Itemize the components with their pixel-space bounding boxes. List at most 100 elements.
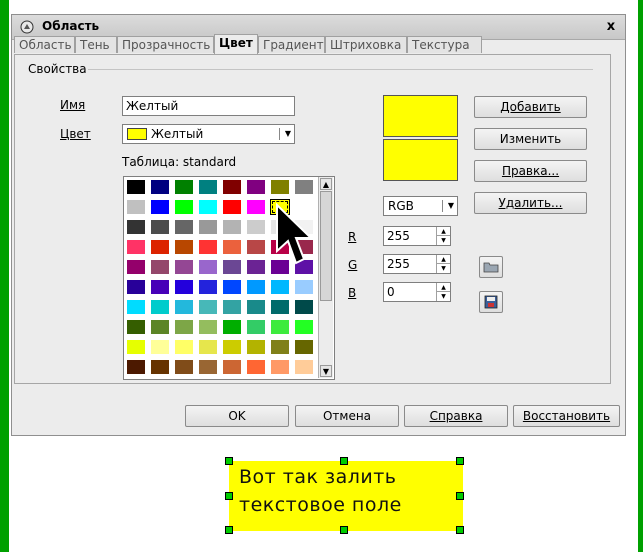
palette-swatch[interactable] [222,359,242,375]
b-stepper[interactable]: ▲ ▼ [436,283,450,301]
resize-handle[interactable] [456,492,464,500]
palette-swatch[interactable] [198,299,218,315]
tab-hatching[interactable]: Штриховка [325,36,407,53]
palette-swatch[interactable] [198,339,218,355]
palette-swatch[interactable] [222,339,242,355]
r-stepper[interactable]: ▲ ▼ [436,227,450,245]
r-spinbox[interactable]: 255 ▲ ▼ [383,226,451,246]
palette-swatch[interactable] [222,239,242,255]
palette-swatch[interactable] [150,279,170,295]
arrow-down-icon[interactable]: ▼ [437,292,450,301]
palette-swatch[interactable] [126,239,146,255]
arrow-down-icon[interactable]: ▼ [437,264,450,273]
g-spinbox[interactable]: 255 ▲ ▼ [383,254,451,274]
palette-swatch[interactable] [174,219,194,235]
scroll-down-icon[interactable]: ▼ [320,365,332,377]
palette-swatch[interactable] [150,299,170,315]
close-button[interactable]: x [603,19,619,35]
palette-swatch[interactable] [126,219,146,235]
palette-swatch[interactable] [150,359,170,375]
b-spinbox[interactable]: 0 ▲ ▼ [383,282,451,302]
palette-swatch[interactable] [126,359,146,375]
palette-swatch[interactable] [246,179,266,195]
save-button[interactable] [479,291,503,313]
name-field[interactable]: Желтый [122,96,295,116]
palette-swatch[interactable] [126,299,146,315]
palette-swatch[interactable] [294,279,314,295]
palette-swatch[interactable] [174,199,194,215]
palette-swatch[interactable] [150,219,170,235]
color-select[interactable]: Желтый ▼ [122,124,295,144]
palette-swatch[interactable] [294,359,314,375]
palette-swatch[interactable] [174,319,194,335]
palette-swatch[interactable] [126,199,146,215]
color-model-select[interactable]: RGB ▼ [383,196,458,216]
palette-swatch[interactable] [246,239,266,255]
palette-swatch[interactable] [126,319,146,335]
palette-swatch[interactable] [126,339,146,355]
ok-button[interactable]: OK [185,405,289,427]
palette-swatch[interactable] [150,239,170,255]
palette-swatch[interactable] [246,359,266,375]
palette-swatch[interactable] [270,279,290,295]
scroll-thumb[interactable] [320,191,332,301]
palette-swatch[interactable] [222,299,242,315]
palette-swatch[interactable] [222,179,242,195]
palette-swatch[interactable] [222,279,242,295]
palette-swatch[interactable] [198,359,218,375]
palette-swatch[interactable] [198,259,218,275]
palette-swatch[interactable] [198,239,218,255]
palette-swatch[interactable] [198,179,218,195]
g-stepper[interactable]: ▲ ▼ [436,255,450,273]
tab-color[interactable]: Цвет [214,34,258,54]
palette-swatch[interactable] [270,179,290,195]
palette-swatch[interactable] [294,319,314,335]
scroll-up-icon[interactable]: ▲ [320,178,332,190]
palette-swatch[interactable] [222,319,242,335]
palette-scrollbar[interactable]: ▲ ▼ [318,177,333,378]
palette-swatch[interactable] [174,259,194,275]
palette-swatch[interactable] [246,339,266,355]
edit-button[interactable]: Правка... [474,160,587,182]
arrow-down-icon[interactable]: ▼ [437,236,450,245]
add-button[interactable]: Добавить [474,96,587,118]
resize-handle[interactable] [225,457,233,465]
palette-swatch[interactable] [174,279,194,295]
help-button[interactable]: Справка [404,405,508,427]
tab-shadow[interactable]: Тень [75,36,117,53]
palette-swatch[interactable] [150,179,170,195]
palette-swatch[interactable] [246,199,266,215]
tab-texture[interactable]: Текстура [407,36,482,53]
change-button[interactable]: Изменить [474,128,587,150]
palette-swatch[interactable] [150,259,170,275]
palette-swatch[interactable] [150,319,170,335]
palette-swatch[interactable] [246,279,266,295]
palette-swatch[interactable] [246,259,266,275]
palette-swatch[interactable] [198,279,218,295]
resize-handle[interactable] [340,526,348,534]
palette-swatch[interactable] [174,239,194,255]
resize-handle[interactable] [225,492,233,500]
palette-swatch[interactable] [270,319,290,335]
palette-swatch[interactable] [294,179,314,195]
resize-handle[interactable] [225,526,233,534]
palette-swatch[interactable] [198,199,218,215]
palette-swatch[interactable] [174,299,194,315]
open-button[interactable] [479,256,503,278]
palette-swatch[interactable] [270,359,290,375]
restore-button[interactable]: Восстановить [513,405,620,427]
palette-swatch[interactable] [174,179,194,195]
palette-swatch[interactable] [174,339,194,355]
palette-swatch[interactable] [222,259,242,275]
palette-swatch[interactable] [246,319,266,335]
arrow-up-icon[interactable]: ▲ [437,283,450,292]
palette-swatch[interactable] [198,219,218,235]
tab-area[interactable]: Область [14,36,75,53]
palette-swatch[interactable] [246,299,266,315]
arrow-up-icon[interactable]: ▲ [437,227,450,236]
palette-swatch[interactable] [270,339,290,355]
cancel-button[interactable]: Отмена [295,405,399,427]
resize-handle[interactable] [456,457,464,465]
resize-handle[interactable] [456,526,464,534]
arrow-up-icon[interactable]: ▲ [437,255,450,264]
